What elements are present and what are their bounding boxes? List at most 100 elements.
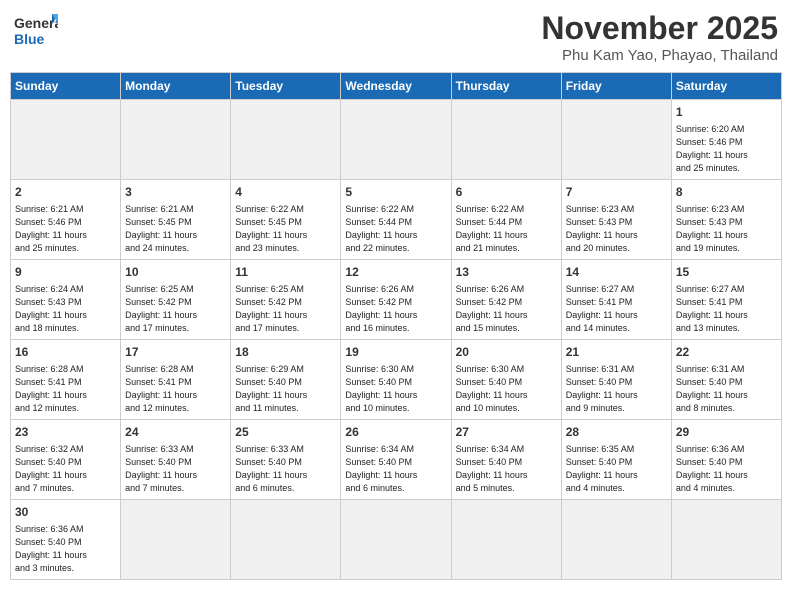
calendar-cell: 8Sunrise: 6:23 AM Sunset: 5:43 PM Daylig… (671, 180, 781, 260)
calendar-cell (451, 500, 561, 580)
day-number: 12 (345, 264, 446, 281)
day-info: Sunrise: 6:27 AM Sunset: 5:41 PM Dayligh… (566, 283, 667, 335)
day-info: Sunrise: 6:27 AM Sunset: 5:41 PM Dayligh… (676, 283, 777, 335)
day-info: Sunrise: 6:28 AM Sunset: 5:41 PM Dayligh… (15, 363, 116, 415)
day-number: 6 (456, 184, 557, 201)
calendar-week-2: 2Sunrise: 6:21 AM Sunset: 5:46 PM Daylig… (11, 180, 782, 260)
calendar-cell (561, 500, 671, 580)
day-number: 13 (456, 264, 557, 281)
calendar-cell: 25 Sunrise: 6:33 AM Sunset: 5:40 PM Dayli… (231, 420, 341, 500)
day-info: Sunrise: 6:30 AM Sunset: 5:40 PM Dayligh… (345, 363, 446, 415)
day-info: Sunrise: 6:25 AM Sunset: 5:42 PM Dayligh… (235, 283, 336, 335)
svg-text:Blue: Blue (14, 31, 45, 47)
day-number: 23 (15, 424, 116, 441)
logo: General Blue (14, 10, 58, 48)
day-info: Sunrise: 6:31 AM Sunset: 5:40 PM Dayligh… (676, 363, 777, 415)
calendar-cell (11, 100, 121, 180)
calendar-table: SundayMondayTuesdayWednesdayThursdayFrid… (10, 72, 782, 580)
calendar-cell: 16Sunrise: 6:28 AM Sunset: 5:41 PM Dayli… (11, 340, 121, 420)
calendar-cell: 11 Sunrise: 6:25 AM Sunset: 5:42 PM Dayli… (231, 260, 341, 340)
day-info: Sunrise: 6:31 AM Sunset: 5:40 PM Dayligh… (566, 363, 667, 415)
day-info: Sunrise: 6:20 AM Sunset: 5:46 PM Dayligh… (676, 123, 777, 175)
calendar-cell: 23 Sunrise: 6:32 AM Sunset: 5:40 PM Dayli… (11, 420, 121, 500)
calendar-cell (231, 500, 341, 580)
day-header-monday: Monday (121, 73, 231, 100)
day-number: 24 (125, 424, 226, 441)
day-header-wednesday: Wednesday (341, 73, 451, 100)
calendar-cell: 24 Sunrise: 6:33 AM Sunset: 5:40 PM Dayli… (121, 420, 231, 500)
calendar-cell: 13Sunrise: 6:26 AM Sunset: 5:42 PM Dayli… (451, 260, 561, 340)
day-number: 2 (15, 184, 116, 201)
calendar-week-6: 30Sunrise: 6:36 AM Sunset: 5:40 PM Dayli… (11, 500, 782, 580)
day-number: 27 (456, 424, 557, 441)
day-info: Sunrise: 6:32 AM Sunset: 5:40 PM Dayligh… (15, 443, 116, 495)
calendar-cell: 19 Sunrise: 6:30 AM Sunset: 5:40 PM Dayli… (341, 340, 451, 420)
calendar-cell: 18Sunrise: 6:29 AM Sunset: 5:40 PM Dayli… (231, 340, 341, 420)
day-number: 14 (566, 264, 667, 281)
calendar-week-5: 23 Sunrise: 6:32 AM Sunset: 5:40 PM Dayli… (11, 420, 782, 500)
day-info: Sunrise: 6:26 AM Sunset: 5:42 PM Dayligh… (345, 283, 446, 335)
day-number: 28 (566, 424, 667, 441)
day-header-thursday: Thursday (451, 73, 561, 100)
calendar-week-4: 16Sunrise: 6:28 AM Sunset: 5:41 PM Dayli… (11, 340, 782, 420)
day-number: 25 (235, 424, 336, 441)
day-number: 8 (676, 184, 777, 201)
day-number: 9 (15, 264, 116, 281)
calendar-cell (341, 500, 451, 580)
location-title: Phu Kam Yao, Phayao, Thailand (541, 47, 778, 64)
day-info: Sunrise: 6:30 AM Sunset: 5:40 PM Dayligh… (456, 363, 557, 415)
calendar-cell (671, 500, 781, 580)
day-number: 4 (235, 184, 336, 201)
day-info: Sunrise: 6:33 AM Sunset: 5:40 PM Dayligh… (235, 443, 336, 495)
day-number: 5 (345, 184, 446, 201)
logo-icon: General Blue (14, 10, 58, 48)
calendar-cell: 7Sunrise: 6:23 AM Sunset: 5:43 PM Daylig… (561, 180, 671, 260)
svg-text:General: General (14, 15, 58, 31)
day-info: Sunrise: 6:34 AM Sunset: 5:40 PM Dayligh… (456, 443, 557, 495)
day-info: Sunrise: 6:29 AM Sunset: 5:40 PM Dayligh… (235, 363, 336, 415)
calendar-cell: 5 Sunrise: 6:22 AM Sunset: 5:44 PM Daylig… (341, 180, 451, 260)
day-info: Sunrise: 6:36 AM Sunset: 5:40 PM Dayligh… (15, 523, 116, 575)
header-row: SundayMondayTuesdayWednesdayThursdayFrid… (11, 73, 782, 100)
day-info: Sunrise: 6:35 AM Sunset: 5:40 PM Dayligh… (566, 443, 667, 495)
day-info: Sunrise: 6:23 AM Sunset: 5:43 PM Dayligh… (566, 203, 667, 255)
calendar-cell: 6 Sunrise: 6:22 AM Sunset: 5:44 PM Daylig… (451, 180, 561, 260)
day-header-sunday: Sunday (11, 73, 121, 100)
calendar-cell: 15 Sunrise: 6:27 AM Sunset: 5:41 PM Dayli… (671, 260, 781, 340)
day-info: Sunrise: 6:25 AM Sunset: 5:42 PM Dayligh… (125, 283, 226, 335)
day-number: 3 (125, 184, 226, 201)
month-title: November 2025 (541, 10, 778, 47)
calendar-cell (341, 100, 451, 180)
calendar-week-3: 9 Sunrise: 6:24 AM Sunset: 5:43 PM Daylig… (11, 260, 782, 340)
calendar-cell: 22 Sunrise: 6:31 AM Sunset: 5:40 PM Dayli… (671, 340, 781, 420)
title-block: November 2025 Phu Kam Yao, Phayao, Thail… (541, 10, 778, 64)
day-number: 15 (676, 264, 777, 281)
calendar-cell (451, 100, 561, 180)
calendar-cell: 2Sunrise: 6:21 AM Sunset: 5:46 PM Daylig… (11, 180, 121, 260)
calendar-cell (121, 100, 231, 180)
calendar-cell: 20 Sunrise: 6:30 AM Sunset: 5:40 PM Dayli… (451, 340, 561, 420)
day-info: Sunrise: 6:21 AM Sunset: 5:45 PM Dayligh… (125, 203, 226, 255)
calendar-cell: 14 Sunrise: 6:27 AM Sunset: 5:41 PM Dayli… (561, 260, 671, 340)
page-header: General Blue November 2025 Phu Kam Yao, … (10, 10, 782, 64)
day-info: Sunrise: 6:22 AM Sunset: 5:44 PM Dayligh… (456, 203, 557, 255)
day-number: 22 (676, 344, 777, 361)
day-info: Sunrise: 6:33 AM Sunset: 5:40 PM Dayligh… (125, 443, 226, 495)
calendar-cell: 3 Sunrise: 6:21 AM Sunset: 5:45 PM Daylig… (121, 180, 231, 260)
day-header-tuesday: Tuesday (231, 73, 341, 100)
calendar-cell: 4Sunrise: 6:22 AM Sunset: 5:45 PM Daylig… (231, 180, 341, 260)
calendar-cell (561, 100, 671, 180)
day-number: 11 (235, 264, 336, 281)
day-info: Sunrise: 6:36 AM Sunset: 5:40 PM Dayligh… (676, 443, 777, 495)
day-number: 19 (345, 344, 446, 361)
day-info: Sunrise: 6:22 AM Sunset: 5:44 PM Dayligh… (345, 203, 446, 255)
day-number: 20 (456, 344, 557, 361)
day-number: 21 (566, 344, 667, 361)
day-number: 29 (676, 424, 777, 441)
calendar-cell: 27 Sunrise: 6:34 AM Sunset: 5:40 PM Dayli… (451, 420, 561, 500)
calendar-cell: 29 Sunrise: 6:36 AM Sunset: 5:40 PM Dayli… (671, 420, 781, 500)
day-info: Sunrise: 6:34 AM Sunset: 5:40 PM Dayligh… (345, 443, 446, 495)
day-number: 10 (125, 264, 226, 281)
calendar-cell: 28 Sunrise: 6:35 AM Sunset: 5:40 PM Dayli… (561, 420, 671, 500)
day-info: Sunrise: 6:24 AM Sunset: 5:43 PM Dayligh… (15, 283, 116, 335)
